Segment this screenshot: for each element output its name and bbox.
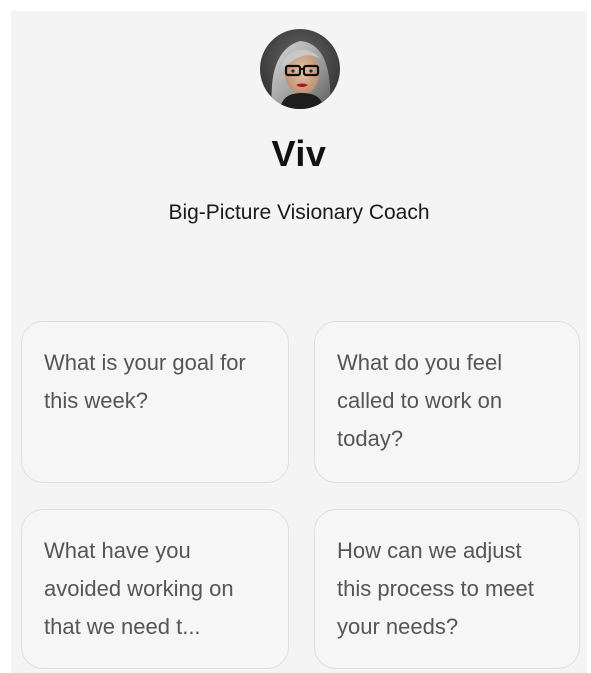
- coach-title: Big-Picture Visionary Coach: [168, 201, 430, 224]
- coach-portrait-avatar-icon: [260, 29, 340, 109]
- prompt-card-text: What do you feel called to work on today…: [337, 350, 503, 451]
- coach-name: Viv: [271, 133, 327, 174]
- prompt-card-weekly-goal[interactable]: What is your goal for this week?: [21, 321, 289, 483]
- coach-intro-panel: Viv Big-Picture Visionary Coach What is …: [11, 11, 587, 673]
- prompt-card-adjust-process[interactable]: How can we adjust this process to meet y…: [314, 509, 580, 669]
- coach-avatar: [260, 29, 340, 109]
- prompt-card-text: What have you avoided working on that we…: [44, 538, 234, 639]
- prompt-card-text: How can we adjust this process to meet y…: [337, 538, 534, 639]
- prompt-card-avoided-work[interactable]: What have you avoided working on that we…: [21, 509, 289, 669]
- prompt-card-text: What is your goal for this week?: [44, 350, 246, 413]
- prompt-card-called-to-work[interactable]: What do you feel called to work on today…: [314, 321, 580, 483]
